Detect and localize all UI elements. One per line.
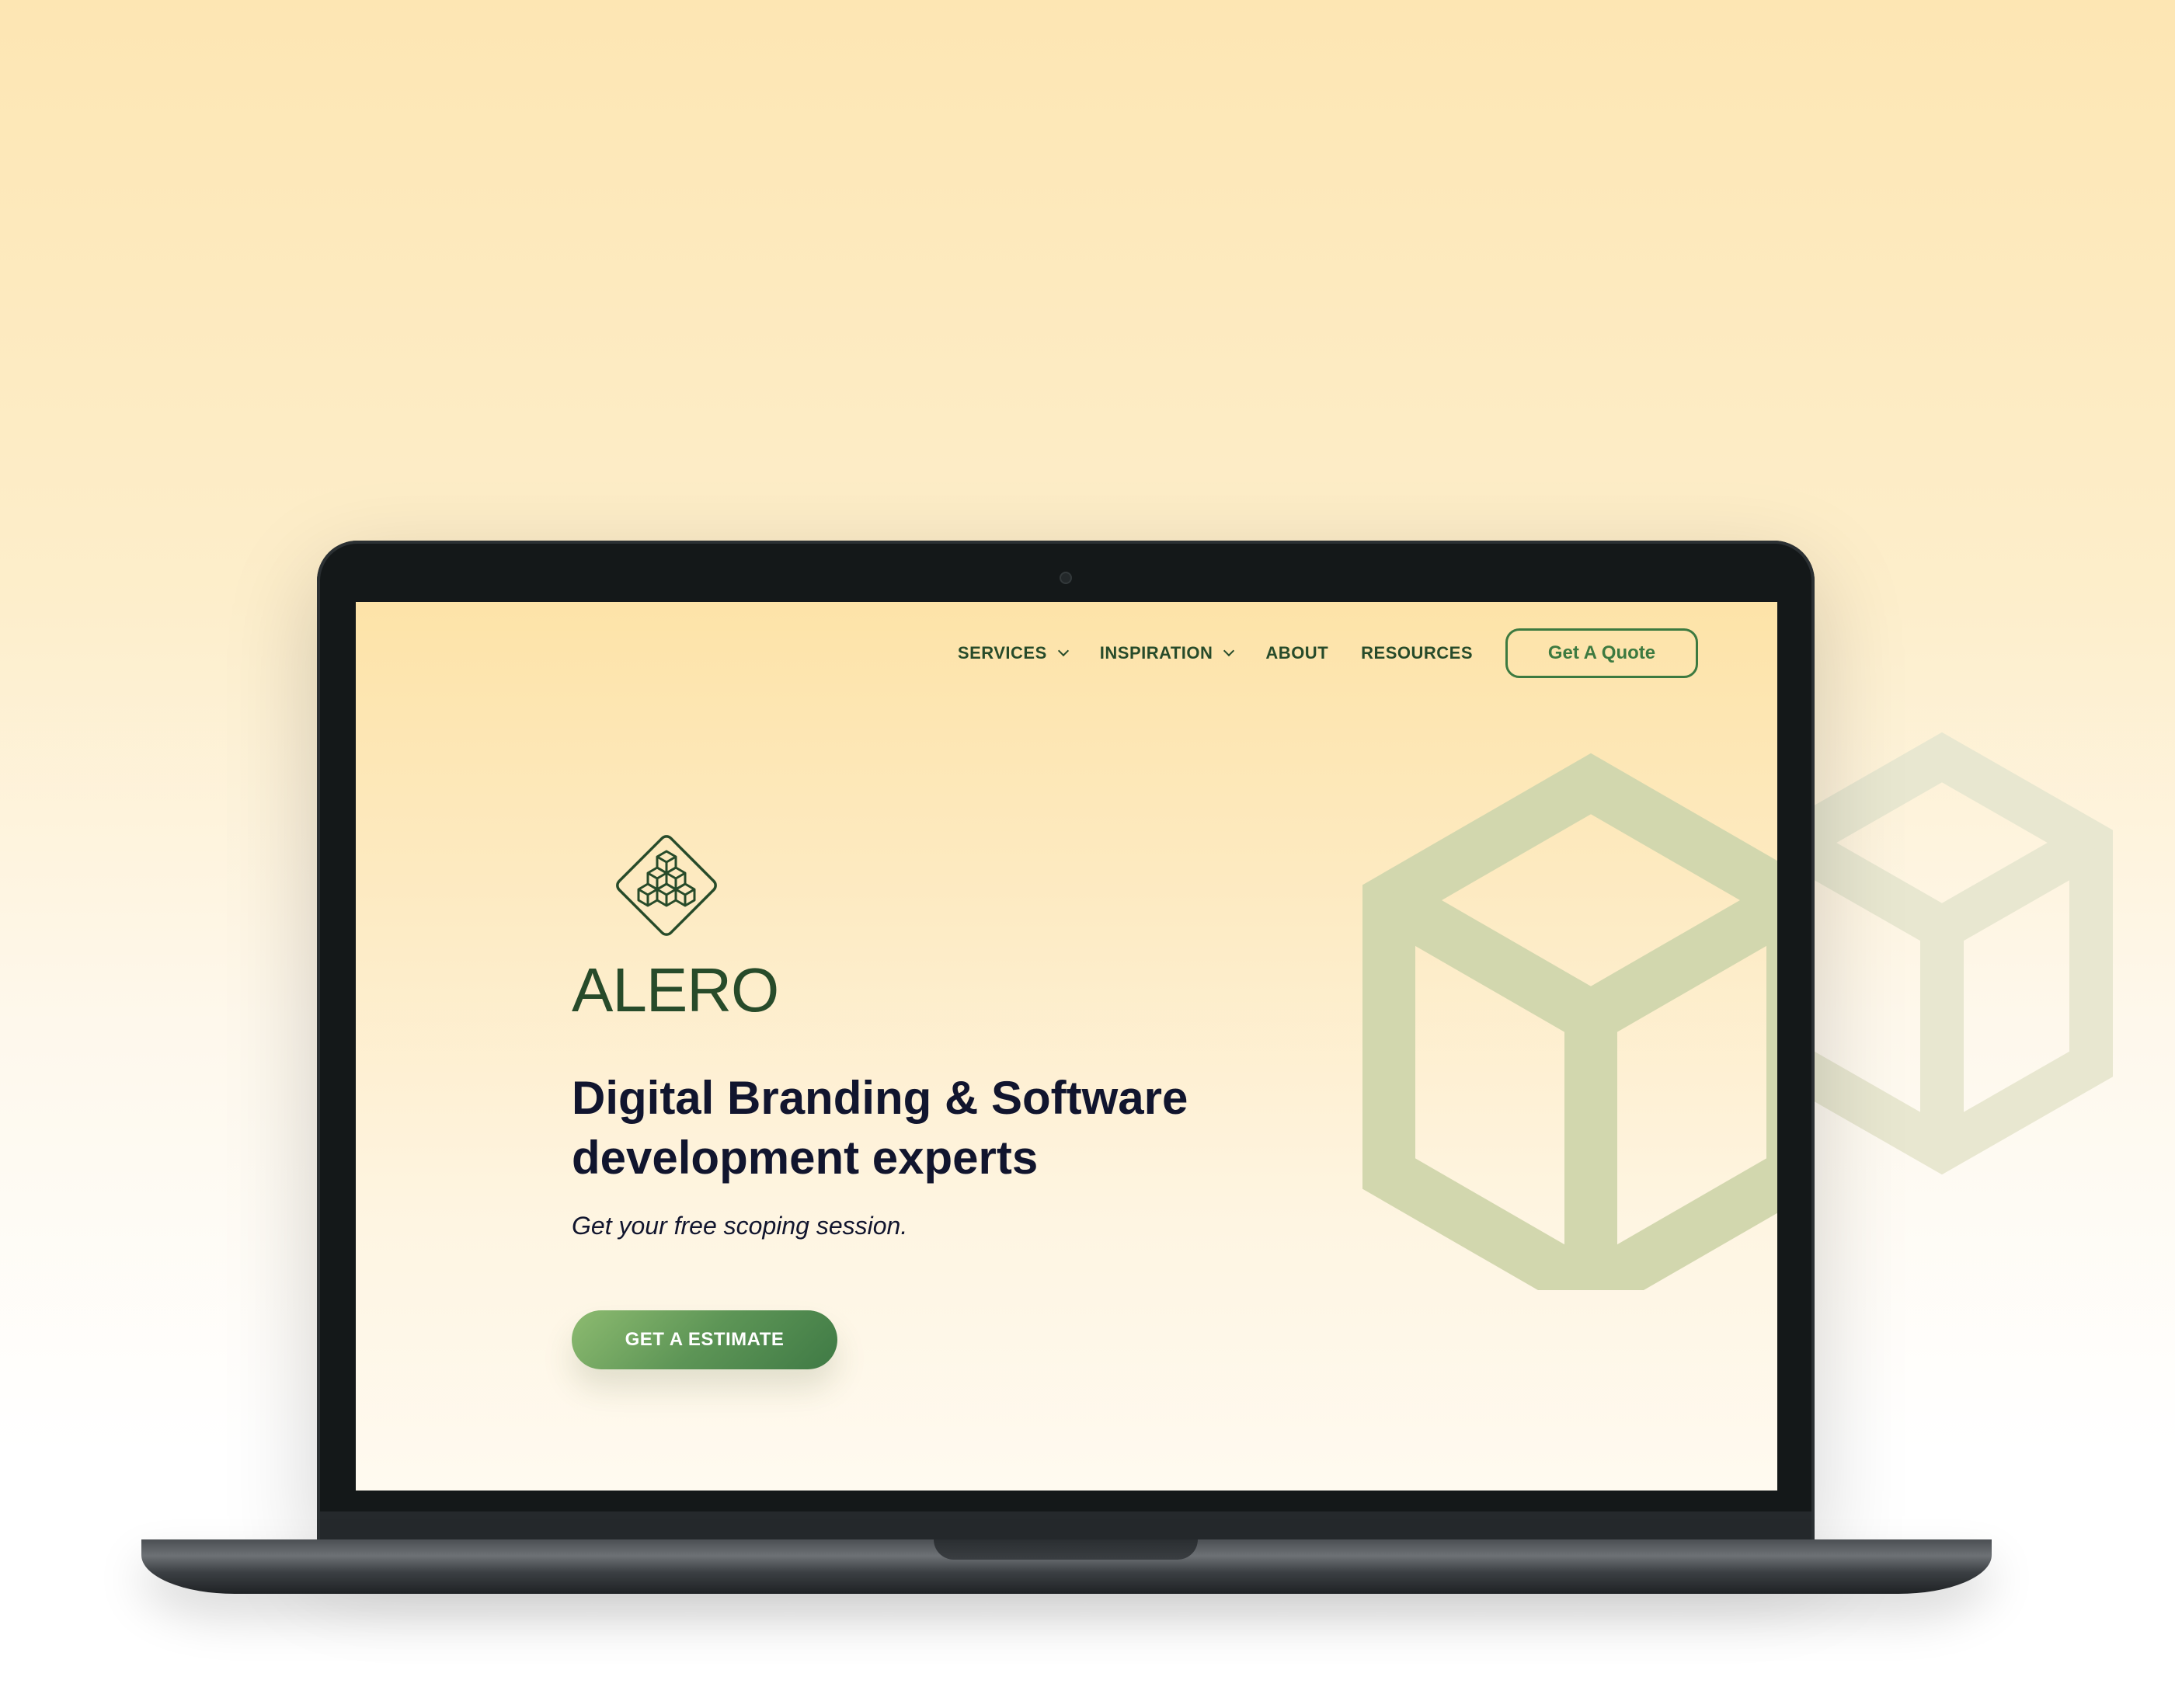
chevron-down-icon (1057, 645, 1069, 657)
nav-item-label: INSPIRATION (1099, 643, 1213, 663)
laptop-screen: SERVICES INSPIRATION ABOUT RESOURCES Get… (356, 602, 1777, 1491)
main-nav: SERVICES INSPIRATION ABOUT RESOURCES Get… (958, 628, 1698, 678)
laptop-notch (934, 1539, 1198, 1560)
background-cube-icon (1771, 732, 2113, 1175)
nav-item-services[interactable]: SERVICES (957, 643, 1069, 663)
nav-item-inspiration[interactable]: INSPIRATION (1099, 643, 1235, 663)
chevron-down-icon (1223, 645, 1235, 657)
get-estimate-button[interactable]: GET A ESTIMATE (572, 1310, 837, 1369)
nav-item-label: SERVICES (957, 643, 1047, 663)
get-quote-button[interactable]: Get A Quote (1505, 628, 1698, 678)
laptop-camera (1060, 572, 1072, 584)
hero-subline: Get your free scoping session. (572, 1212, 908, 1240)
laptop-hinge (320, 1511, 1811, 1543)
nav-item-about[interactable]: ABOUT (1265, 643, 1328, 663)
nav-item-label: ABOUT (1265, 643, 1329, 663)
nav-item-label: RESOURCES (1361, 643, 1473, 663)
nav-item-resources[interactable]: RESOURCES (1361, 643, 1473, 663)
brand-name[interactable]: ALERO (572, 959, 779, 1021)
stacked-cubes-logo-icon[interactable] (604, 823, 729, 948)
hero-cube-icon (1362, 753, 1777, 1290)
hero-headline: Digital Branding & Software development … (572, 1072, 1188, 1184)
